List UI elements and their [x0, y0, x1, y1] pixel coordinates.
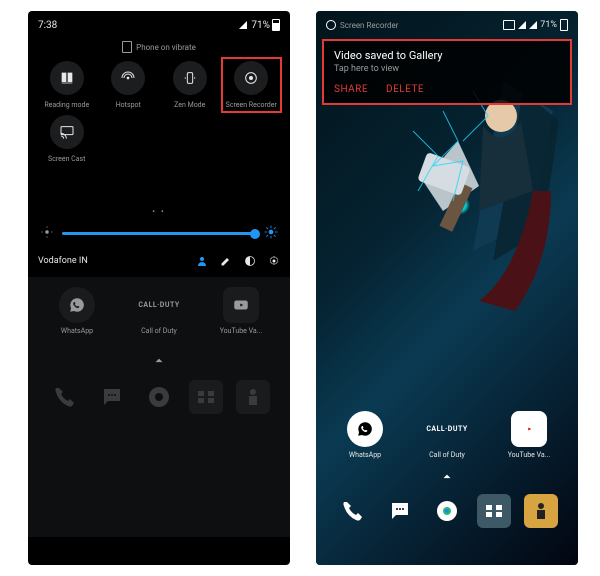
brightness-row — [28, 220, 290, 251]
qs-tile-screen-cast[interactable]: Screen Cast — [36, 115, 98, 163]
app-label: YouTube Va... — [220, 327, 263, 335]
app-row: WhatsApp CALL·DUTY Call of Duty YouTube … — [36, 287, 282, 335]
app-whatsapp[interactable]: WhatsApp — [324, 411, 406, 459]
record-icon — [234, 61, 268, 95]
qs-tile-screen-recorder[interactable]: Screen Recorder — [221, 61, 283, 109]
dock-grid[interactable] — [470, 494, 517, 528]
hotspot-icon — [111, 61, 145, 95]
app-label: Call of Duty — [141, 327, 177, 335]
delete-button[interactable]: DELETE — [386, 84, 424, 95]
home-area: WhatsApp CALL·DUTY Call of Duty YouTube … — [28, 277, 290, 537]
book-icon — [50, 61, 84, 95]
sms-icon — [95, 380, 129, 414]
app-label: WhatsApp — [349, 451, 381, 459]
app-whatsapp[interactable]: WhatsApp — [36, 287, 118, 335]
cast-status-icon — [503, 20, 515, 30]
notification-subtitle: Tap here to view — [334, 64, 560, 74]
theme-icon[interactable] — [244, 255, 256, 267]
qs-footer: Vodafone IN — [28, 251, 290, 277]
dock — [324, 494, 570, 528]
app-label: Call of Duty — [429, 451, 465, 459]
dock-pubg[interactable] — [229, 380, 276, 414]
wallpaper-character — [378, 71, 578, 331]
qs-label: Screen Cast — [48, 155, 85, 163]
app-youtube[interactable]: YouTube Va... — [488, 411, 570, 459]
youtube-icon — [223, 287, 259, 323]
signal-icon-2 — [529, 21, 537, 29]
dock-chrome[interactable] — [424, 494, 471, 528]
sms-icon — [383, 494, 417, 528]
app-youtube[interactable]: YouTube Va... — [200, 287, 282, 335]
signal-icon — [518, 21, 526, 29]
signal-icon — [239, 21, 247, 29]
app-drawer-handle[interactable] — [324, 459, 570, 494]
qs-tile-zen-mode[interactable]: Zen Mode — [159, 61, 221, 109]
grid-icon — [189, 380, 223, 414]
pubg-icon — [236, 380, 270, 414]
whatsapp-icon — [347, 411, 383, 447]
chrome-icon — [430, 494, 464, 528]
notification-title: Video saved to Gallery — [334, 49, 560, 62]
statusbar: 7:38 71% — [28, 11, 290, 35]
qs-label: Zen Mode — [174, 101, 205, 109]
left-phone: 7:38 71% Phone on vibrate Reading mode H… — [28, 11, 290, 565]
qs-label: Reading mode — [44, 101, 89, 109]
youtube-icon — [511, 411, 547, 447]
brightness-high-icon — [264, 224, 278, 243]
share-button[interactable]: SHARE — [334, 84, 368, 95]
dock-chrome[interactable] — [136, 380, 183, 414]
qs-tile-hotspot[interactable]: Hotspot — [98, 61, 160, 109]
grid-icon — [477, 494, 511, 528]
app-cod[interactable]: CALL·DUTY Call of Duty — [406, 411, 488, 459]
gear-icon[interactable] — [268, 255, 280, 267]
qs-tile-reading-mode[interactable]: Reading mode — [36, 61, 98, 109]
whatsapp-icon — [59, 287, 95, 323]
cast-icon — [50, 115, 84, 149]
quick-settings-grid: Reading mode Hotspot Zen Mode Screen Rec… — [28, 61, 290, 163]
cod-icon: CALL·DUTY — [141, 287, 177, 323]
dock-phone[interactable] — [42, 380, 89, 414]
app-drawer-handle[interactable] — [36, 335, 282, 380]
dock-grid[interactable] — [182, 380, 229, 414]
phone-icon — [48, 380, 82, 414]
battery-icon — [560, 19, 568, 31]
vibrate-label: Phone on vibrate — [136, 43, 196, 52]
qs-label: Screen Recorder — [226, 101, 277, 109]
page-dots: • • — [28, 163, 290, 220]
home-area: WhatsApp CALL·DUTY Call of Duty YouTube … — [316, 405, 578, 565]
vibrate-icon — [122, 41, 132, 53]
chrome-icon — [142, 380, 176, 414]
right-phone: Screen Recorder 71% Video saved to Galle… — [316, 11, 578, 565]
dock-pubg[interactable] — [517, 494, 564, 528]
user-icon[interactable] — [196, 255, 208, 267]
app-label: WhatsApp — [61, 327, 93, 335]
battery-icon — [272, 19, 280, 31]
battery-percent: 71% — [540, 20, 557, 30]
pubg-icon — [524, 494, 558, 528]
dock — [36, 380, 282, 414]
dock-sms[interactable] — [89, 380, 136, 414]
cod-icon: CALL·DUTY — [429, 411, 465, 447]
dock-sms[interactable] — [377, 494, 424, 528]
app-row: WhatsApp CALL·DUTY Call of Duty YouTube … — [324, 411, 570, 459]
edit-icon[interactable] — [220, 255, 232, 267]
statusbar: Screen Recorder 71% — [316, 11, 578, 35]
clock: 7:38 — [38, 20, 57, 31]
app-cod[interactable]: CALL·DUTY Call of Duty — [118, 287, 200, 335]
qs-label: Hotspot — [116, 101, 141, 109]
notification-card[interactable]: Video saved to Gallery Tap here to view … — [322, 39, 572, 105]
record-indicator-label: Screen Recorder — [340, 21, 398, 30]
phone-icon — [336, 494, 370, 528]
carrier-label: Vodafone IN — [38, 256, 88, 266]
app-label: YouTube Va... — [508, 451, 551, 459]
brightness-low-icon — [40, 224, 54, 243]
zen-icon — [173, 61, 207, 95]
dock-phone[interactable] — [330, 494, 377, 528]
brightness-slider[interactable] — [62, 232, 256, 235]
record-indicator-icon — [326, 20, 336, 30]
battery-percent: 71% — [251, 20, 270, 31]
